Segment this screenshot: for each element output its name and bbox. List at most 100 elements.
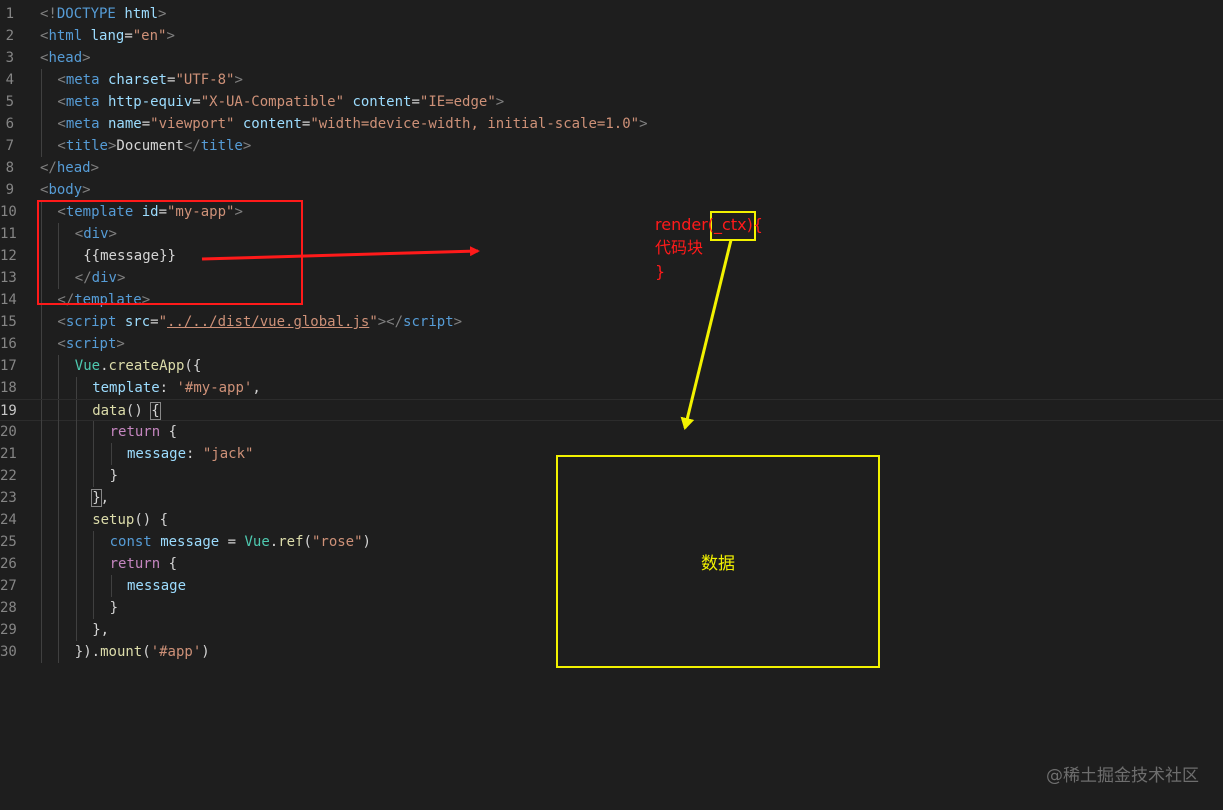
code-text[interactable]: message xyxy=(127,575,186,597)
code-line[interactable]: 2 <html lang="en"> xyxy=(0,25,1223,47)
code-token: html xyxy=(48,28,83,44)
code-text[interactable]: message: "jack" xyxy=(127,443,253,465)
code-text[interactable]: <html lang="en"> xyxy=(40,25,175,47)
code-text[interactable]: const message = Vue.ref("rose") xyxy=(110,531,371,553)
code-line[interactable]: 10 <template id="my-app"> xyxy=(0,201,1223,223)
code-text[interactable]: <meta name="viewport" content="width=dev… xyxy=(57,113,647,135)
code-text[interactable]: <title>Document</title> xyxy=(57,135,251,157)
line-number: 17 xyxy=(0,358,17,374)
code-text[interactable]: </template> xyxy=(57,289,150,311)
code-line[interactable]: 7 <title>Document</title> xyxy=(0,135,1223,157)
code-token: ../../dist/vue.global.js xyxy=(167,314,370,330)
code-line[interactable]: 19 data() { xyxy=(0,399,1223,422)
code-token: body xyxy=(48,182,83,198)
line-number: 11 xyxy=(0,226,17,242)
indent-guide xyxy=(93,465,95,487)
line-number: 18 xyxy=(0,380,17,396)
code-token: name xyxy=(107,116,142,132)
code-text[interactable]: } xyxy=(110,597,118,619)
code-token: = xyxy=(158,204,167,220)
code-text[interactable]: template: '#my-app', xyxy=(92,377,261,399)
code-line[interactable]: 9 <body> xyxy=(0,179,1223,201)
code-line[interactable]: 12 {{message}} xyxy=(0,245,1223,267)
code-line[interactable]: 18 template: '#my-app', xyxy=(0,377,1223,399)
line-number: 24 xyxy=(0,512,17,528)
line-number: 8 xyxy=(5,160,14,176)
line-number: 2 xyxy=(5,28,14,44)
code-text[interactable]: setup() { xyxy=(92,509,168,531)
code-text[interactable]: </div> xyxy=(75,267,126,289)
code-text[interactable]: return { xyxy=(110,421,177,443)
indent-guide xyxy=(58,443,60,465)
code-text[interactable]: <head> xyxy=(40,47,91,69)
code-text[interactable]: {{message}} xyxy=(75,245,176,267)
indent-guide xyxy=(75,597,77,619)
code-token: > xyxy=(166,28,175,44)
code-editor[interactable]: 1 <!DOCTYPE html> 2 <html lang="en"> 3 <head>… xyxy=(0,0,1223,810)
code-line[interactable]: 6 <meta name="viewport" content="width=de… xyxy=(0,113,1223,135)
line-number: 6 xyxy=(5,116,14,132)
code-line[interactable]: 11 <div> xyxy=(0,223,1223,245)
code-token: mount xyxy=(100,644,143,660)
line-number: 20 xyxy=(0,424,17,440)
code-token: < xyxy=(57,204,66,220)
indent-guide xyxy=(41,619,42,641)
code-text[interactable]: return { xyxy=(110,553,177,575)
code-text[interactable]: <body> xyxy=(40,179,91,201)
indent-guide xyxy=(75,509,77,531)
code-text[interactable]: </head> xyxy=(40,157,99,179)
indent-guide xyxy=(41,135,42,157)
code-line[interactable]: 4 <meta charset="UTF-8"> xyxy=(0,69,1223,91)
code-line[interactable]: 1 <!DOCTYPE html> xyxy=(0,3,1223,25)
code-text[interactable]: <!DOCTYPE html> xyxy=(40,3,166,25)
line-number: 10 xyxy=(0,204,17,220)
indent-guide xyxy=(41,509,42,531)
code-line[interactable]: 16 <script> xyxy=(0,333,1223,355)
code-token: title xyxy=(65,138,108,154)
line-number: 21 xyxy=(0,446,17,462)
code-line[interactable]: 5 <meta http-equiv="X-UA-Compatible" cont… xyxy=(0,91,1223,113)
code-token: meta xyxy=(65,94,100,110)
code-line[interactable]: 13 </div> xyxy=(0,267,1223,289)
indent-guide xyxy=(58,355,60,377)
code-text[interactable]: <meta charset="UTF-8"> xyxy=(57,69,243,91)
code-text[interactable]: <script src="../../dist/vue.global.js"><… xyxy=(57,311,462,333)
code-text[interactable]: <script> xyxy=(57,333,124,355)
code-token: }). xyxy=(74,644,101,660)
indent-guide xyxy=(75,400,77,422)
code-line[interactable]: 8 </head> xyxy=(0,157,1223,179)
indent-guide xyxy=(75,553,77,575)
code-token: content xyxy=(242,116,302,132)
code-token: () { xyxy=(134,512,169,528)
code-text[interactable]: <div> xyxy=(75,223,117,245)
code-text[interactable]: }).mount('#app') xyxy=(75,641,210,663)
code-text[interactable]: data() { xyxy=(92,400,161,422)
code-line[interactable]: 20 return { xyxy=(0,421,1223,443)
code-token: < xyxy=(57,94,66,110)
code-token: </ xyxy=(183,138,201,154)
line-number: 27 xyxy=(0,578,17,594)
code-line[interactable]: 15 <script src="../../dist/vue.global.js"… xyxy=(0,311,1223,333)
code-text[interactable]: }, xyxy=(92,619,109,641)
code-token: . xyxy=(269,534,279,550)
indent-guide xyxy=(58,641,60,663)
indent-guide xyxy=(41,113,42,135)
code-token: > xyxy=(453,314,463,330)
code-line[interactable]: 14 </template> xyxy=(0,289,1223,311)
code-token: "X-UA-Compatible" xyxy=(200,94,345,110)
code-text[interactable]: Vue.createApp({ xyxy=(75,355,201,377)
code-line[interactable]: 3 <head> xyxy=(0,47,1223,69)
code-token: > xyxy=(639,116,648,132)
line-number: 3 xyxy=(5,50,14,66)
code-text[interactable]: <meta http-equiv="X-UA-Compatible" conte… xyxy=(57,91,504,113)
code-token: http-equiv xyxy=(107,94,193,110)
code-token: message xyxy=(160,534,220,550)
code-text[interactable]: <template id="my-app"> xyxy=(57,201,242,223)
code-text[interactable]: } xyxy=(110,465,118,487)
code-token: "IE=edge" xyxy=(419,94,496,110)
code-token: meta xyxy=(65,72,100,88)
code-text[interactable]: }, xyxy=(91,487,109,509)
code-line[interactable]: 17 Vue.createApp({ xyxy=(0,355,1223,377)
